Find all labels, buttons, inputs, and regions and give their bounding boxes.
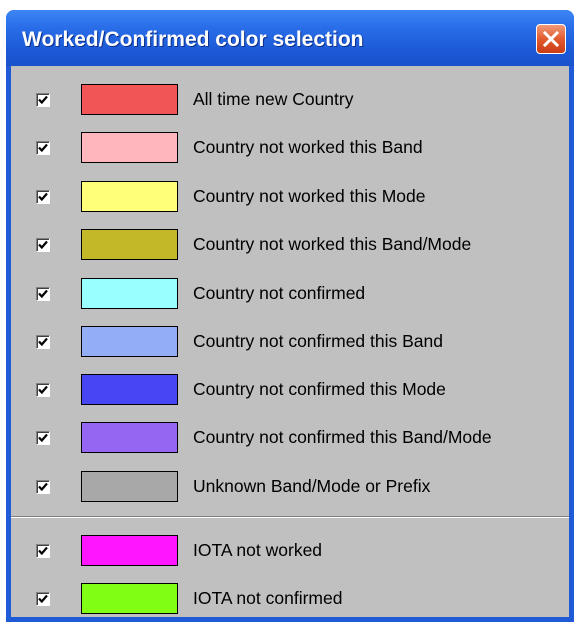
checkmark-icon: [38, 482, 48, 492]
title-bar[interactable]: Worked/Confirmed color selection: [6, 10, 574, 66]
checkmark-icon: [38, 385, 48, 395]
enable-checkbox[interactable]: [36, 383, 50, 397]
option-label: Country not confirmed this Band/Mode: [193, 427, 492, 447]
color-swatch[interactable]: [81, 181, 178, 212]
color-option-row: All time new Country: [11, 79, 569, 119]
color-option-row: IOTA not worked: [11, 530, 569, 570]
enable-checkbox[interactable]: [36, 544, 50, 558]
option-label: Country not worked this Mode: [193, 186, 426, 206]
color-option-row: Unknown Band/Mode or Prefix: [11, 466, 569, 506]
color-swatch[interactable]: [81, 229, 178, 260]
enable-checkbox[interactable]: [36, 141, 50, 155]
color-option-row: Country not worked this Band/Mode: [11, 224, 569, 264]
option-label: Country not worked this Band/Mode: [193, 234, 472, 254]
color-selection-window: Worked/Confirmed color selection All tim…: [6, 10, 574, 622]
color-option-row: Country not confirmed this Band/Mode: [11, 417, 569, 457]
color-option-row: Country not confirmed: [11, 273, 569, 313]
color-options-panel: All time new Country Country not worked t…: [11, 66, 569, 617]
color-option-row: Country not worked this Band: [11, 127, 569, 167]
checkmark-icon: [38, 143, 48, 153]
option-label: All time new Country: [193, 89, 354, 109]
color-option-row: Country not confirmed this Mode: [11, 369, 569, 409]
color-option-row: IOTA not confirmed: [11, 578, 569, 618]
checkmark-icon: [38, 337, 48, 347]
color-swatch[interactable]: [81, 278, 178, 309]
enable-checkbox[interactable]: [36, 93, 50, 107]
color-swatch[interactable]: [81, 132, 178, 163]
color-swatch[interactable]: [81, 374, 178, 405]
option-label: Unknown Band/Mode or Prefix: [193, 476, 431, 496]
close-button[interactable]: [536, 24, 566, 54]
color-swatch[interactable]: [81, 471, 178, 502]
color-swatch[interactable]: [81, 326, 178, 357]
checkmark-icon: [38, 546, 48, 556]
window-title: Worked/Confirmed color selection: [22, 28, 364, 51]
enable-checkbox[interactable]: [36, 287, 50, 301]
checkmark-icon: [38, 594, 48, 604]
enable-checkbox[interactable]: [36, 238, 50, 252]
option-label: IOTA not confirmed: [193, 588, 343, 608]
option-label: Country not worked this Band: [193, 137, 423, 157]
checkmark-icon: [38, 289, 48, 299]
group-divider: [11, 516, 569, 518]
checkmark-icon: [38, 433, 48, 443]
option-label: Country not confirmed this Mode: [193, 379, 446, 399]
close-icon: [543, 31, 559, 47]
option-label: Country not confirmed this Band: [193, 331, 443, 351]
color-swatch[interactable]: [81, 535, 178, 566]
color-swatch[interactable]: [81, 583, 178, 614]
checkmark-icon: [38, 95, 48, 105]
checkmark-icon: [38, 192, 48, 202]
enable-checkbox[interactable]: [36, 431, 50, 445]
color-swatch[interactable]: [81, 422, 178, 453]
enable-checkbox[interactable]: [36, 480, 50, 494]
option-label: IOTA not worked: [193, 540, 323, 560]
color-swatch[interactable]: [81, 84, 178, 115]
enable-checkbox[interactable]: [36, 335, 50, 349]
color-option-row: Country not confirmed this Band: [11, 321, 569, 361]
enable-checkbox[interactable]: [36, 592, 50, 606]
option-label: Country not confirmed: [193, 283, 366, 303]
color-option-row: Country not worked this Mode: [11, 176, 569, 216]
checkmark-icon: [38, 240, 48, 250]
enable-checkbox[interactable]: [36, 190, 50, 204]
